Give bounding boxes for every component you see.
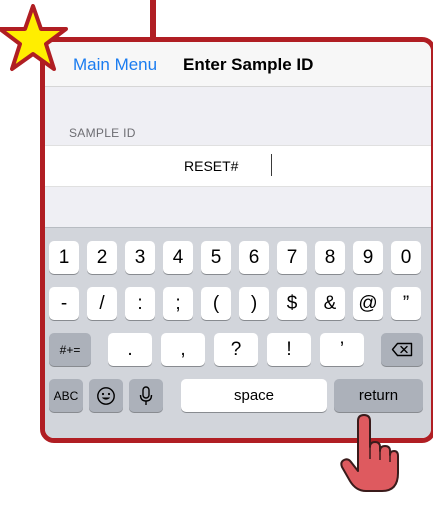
key-3[interactable]: 3: [125, 241, 155, 274]
key-slash[interactable]: /: [87, 287, 117, 320]
abc-toggle-key[interactable]: ABC: [49, 379, 83, 412]
page-title: Enter Sample ID: [183, 55, 314, 74]
key-4[interactable]: 4: [163, 241, 193, 274]
sample-id-input[interactable]: RESET#: [45, 145, 431, 187]
key-1[interactable]: 1: [49, 241, 79, 274]
key-hyphen[interactable]: -: [49, 287, 79, 320]
onscreen-keyboard: 1 2 3 4 5 6 7 8 9 0 - / : ; ( ) $ & @ ” …: [45, 227, 431, 438]
key-comma[interactable]: ,: [161, 333, 205, 366]
key-question[interactable]: ?: [214, 333, 258, 366]
emoji-icon: [97, 386, 115, 405]
key-5[interactable]: 5: [201, 241, 231, 274]
key-colon[interactable]: :: [125, 287, 155, 320]
dictation-key[interactable]: [129, 379, 163, 412]
key-8[interactable]: 8: [315, 241, 345, 274]
key-semicolon[interactable]: ;: [163, 287, 193, 320]
key-apostrophe[interactable]: ’: [320, 333, 364, 366]
key-exclamation[interactable]: !: [267, 333, 311, 366]
sample-id-value: RESET#: [184, 158, 239, 174]
symbols-toggle-key[interactable]: #+=: [49, 333, 91, 366]
key-dollar[interactable]: $: [277, 287, 307, 320]
main-menu-back-link[interactable]: Main Menu: [73, 55, 157, 75]
key-open-paren[interactable]: (: [201, 287, 231, 320]
key-period[interactable]: .: [108, 333, 152, 366]
space-key[interactable]: space: [181, 379, 327, 412]
key-0[interactable]: 0: [391, 241, 421, 274]
key-close-paren[interactable]: ): [239, 287, 269, 320]
phone-screen-frame: Main Menu Enter Sample ID SAMPLE ID RESE…: [40, 37, 433, 443]
key-ampersand[interactable]: &: [315, 287, 345, 320]
emoji-key[interactable]: [89, 379, 123, 412]
key-at[interactable]: @: [353, 287, 383, 320]
key-7[interactable]: 7: [277, 241, 307, 274]
text-caret: [271, 154, 272, 176]
key-2[interactable]: 2: [87, 241, 117, 274]
delete-key[interactable]: [381, 333, 423, 366]
sample-id-section-label: SAMPLE ID: [69, 126, 136, 140]
key-9[interactable]: 9: [353, 241, 383, 274]
star-badge-icon: [0, 4, 68, 71]
backspace-icon: [391, 342, 413, 357]
key-quote[interactable]: ”: [391, 287, 421, 320]
microphone-icon: [139, 385, 153, 405]
callout-connector-line: [150, 0, 156, 38]
return-key[interactable]: return: [334, 379, 423, 412]
key-6[interactable]: 6: [239, 241, 269, 274]
pointing-hand-icon: [340, 414, 399, 492]
navigation-bar: Main Menu Enter Sample ID: [45, 42, 431, 87]
